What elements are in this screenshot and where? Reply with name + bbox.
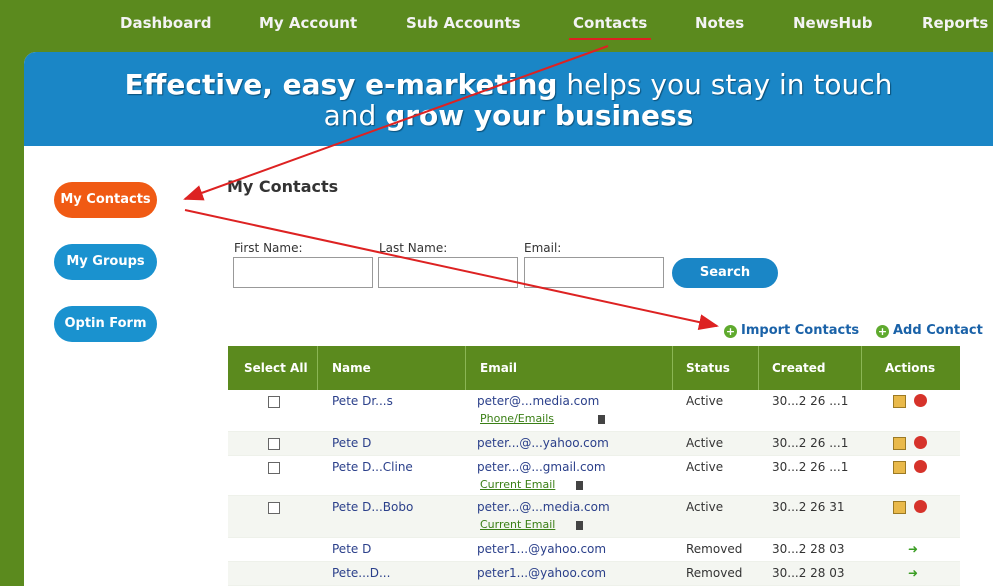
contact-created: 30...2 26 31 — [772, 500, 845, 514]
email-sub-link[interactable]: Phone/Emails — [480, 412, 554, 425]
contact-created: 30...2 26 ...1 — [772, 394, 849, 408]
copy-icon[interactable] — [576, 481, 583, 490]
sidebar-item-my-contacts[interactable]: My Contacts — [54, 182, 157, 218]
column-divider — [465, 346, 466, 390]
contact-created: 30...2 28 03 — [772, 542, 845, 556]
nav-notes[interactable]: Notes — [695, 14, 744, 32]
table-row: Pete D...Cline peter...@...gmail.com Cur… — [228, 456, 960, 496]
contact-name[interactable]: Pete D...Bobo — [332, 500, 413, 514]
search-button[interactable]: Search — [672, 258, 778, 288]
name-header[interactable]: Name — [332, 346, 371, 390]
restore-arrow-icon[interactable]: ➜ — [908, 542, 918, 556]
contact-name[interactable]: Pete...D... — [332, 566, 390, 580]
contact-name[interactable]: Pete D — [332, 436, 371, 450]
email-input[interactable] — [524, 257, 664, 288]
contact-status: Active — [686, 436, 724, 450]
row-checkbox[interactable] — [268, 502, 280, 514]
first-name-label: First Name: — [234, 241, 303, 255]
column-divider — [672, 346, 673, 390]
contact-name[interactable]: Pete D...Cline — [332, 460, 413, 474]
table-header: Select All Name Email Status Created Act… — [228, 346, 960, 390]
edit-icon[interactable] — [893, 437, 906, 450]
contact-email[interactable]: peter...@...media.com — [477, 500, 610, 514]
content-panel: Effective, easy e-marketing helps you st… — [24, 52, 993, 586]
nav-reports[interactable]: Reports — [922, 14, 988, 32]
select-all-header[interactable]: Select All — [244, 346, 308, 390]
sidebar-item-optin-form[interactable]: Optin Form — [54, 306, 157, 342]
contact-created: 30...2 28 03 — [772, 566, 845, 580]
sidebar-item-my-groups[interactable]: My Groups — [54, 244, 157, 280]
copy-icon[interactable] — [576, 521, 583, 530]
table-row: Pete D...Bobo peter...@...media.com Curr… — [228, 496, 960, 538]
row-checkbox[interactable] — [268, 462, 280, 474]
banner-line-1: Effective, easy e-marketing helps you st… — [24, 68, 993, 101]
delete-icon[interactable] — [914, 460, 927, 473]
contact-status: Active — [686, 460, 724, 474]
contact-status: Active — [686, 500, 724, 514]
contact-email[interactable]: peter1...@yahoo.com — [477, 566, 606, 580]
edit-icon[interactable] — [893, 395, 906, 408]
contact-created: 30...2 26 ...1 — [772, 460, 849, 474]
nav-newshub[interactable]: NewsHub — [793, 14, 872, 32]
actions-header: Actions — [885, 361, 936, 375]
banner-line-2-plain: and — [323, 99, 377, 132]
nav-my-account[interactable]: My Account — [259, 14, 357, 32]
banner-line-2: and grow your business — [24, 99, 993, 132]
contact-email[interactable]: peter...@...yahoo.com — [477, 436, 609, 450]
delete-icon[interactable] — [914, 394, 927, 407]
nav-contacts[interactable]: Contacts — [568, 14, 652, 40]
column-divider — [317, 346, 318, 390]
row-checkbox[interactable] — [268, 396, 280, 408]
email-sub-link[interactable]: Current Email — [480, 478, 555, 491]
table-row: Pete Dr...s peter@...media.com Phone/Ema… — [228, 390, 960, 432]
contact-name[interactable]: Pete Dr...s — [332, 394, 393, 408]
table-row: Pete D peter1...@yahoo.com Removed 30...… — [228, 538, 960, 562]
last-name-input[interactable] — [378, 257, 518, 288]
status-header[interactable]: Status — [686, 346, 730, 390]
add-contact-link[interactable]: + Add Contact — [876, 323, 983, 338]
banner-line-1-rest: helps you stay in touch — [566, 68, 893, 101]
contact-email[interactable]: peter@...media.com — [477, 394, 599, 408]
nav-dashboard[interactable]: Dashboard — [120, 14, 211, 32]
edit-icon[interactable] — [893, 501, 906, 514]
row-checkbox[interactable] — [268, 438, 280, 450]
restore-arrow-icon[interactable]: ➜ — [908, 566, 918, 580]
table-row: Pete D peter...@...yahoo.com Active 30..… — [228, 432, 960, 456]
delete-icon[interactable] — [914, 436, 927, 449]
plus-icon: + — [876, 325, 889, 338]
nav-sub-accounts[interactable]: Sub Accounts — [406, 14, 521, 32]
table-row: Pete...D... peter1...@yahoo.com Removed … — [228, 562, 960, 586]
email-header[interactable]: Email — [480, 346, 517, 390]
edit-icon[interactable] — [893, 461, 906, 474]
delete-icon[interactable] — [914, 500, 927, 513]
top-nav: Dashboard My Account Sub Accounts Contac… — [0, 0, 993, 50]
contact-email[interactable]: peter...@...gmail.com — [477, 460, 606, 474]
contact-status: Active — [686, 394, 724, 408]
plus-icon: + — [724, 325, 737, 338]
column-divider — [758, 346, 759, 390]
import-contacts-label: Import Contacts — [741, 323, 860, 338]
last-name-label: Last Name: — [379, 241, 448, 255]
contact-status: Removed — [686, 566, 743, 580]
created-header[interactable]: Created — [772, 346, 825, 390]
app-frame: Dashboard My Account Sub Accounts Contac… — [0, 0, 993, 586]
contact-status: Removed — [686, 542, 743, 556]
banner-line-2-bold: grow your business — [385, 99, 694, 132]
contacts-table: Select All Name Email Status Created Act… — [228, 346, 960, 586]
copy-icon[interactable] — [598, 415, 605, 424]
email-sub-link[interactable]: Current Email — [480, 518, 555, 531]
column-divider — [861, 346, 862, 390]
contact-name[interactable]: Pete D — [332, 542, 371, 556]
contact-email[interactable]: peter1...@yahoo.com — [477, 542, 606, 556]
first-name-input[interactable] — [233, 257, 373, 288]
page-title: My Contacts — [227, 177, 339, 196]
import-contacts-link[interactable]: + Import Contacts — [724, 323, 859, 338]
add-contact-label: Add Contact — [893, 323, 983, 338]
marketing-banner: Effective, easy e-marketing helps you st… — [24, 52, 993, 146]
banner-line-1-bold: Effective, easy e-marketing — [124, 68, 558, 101]
contact-created: 30...2 26 ...1 — [772, 436, 849, 450]
email-label: Email: — [524, 241, 562, 255]
